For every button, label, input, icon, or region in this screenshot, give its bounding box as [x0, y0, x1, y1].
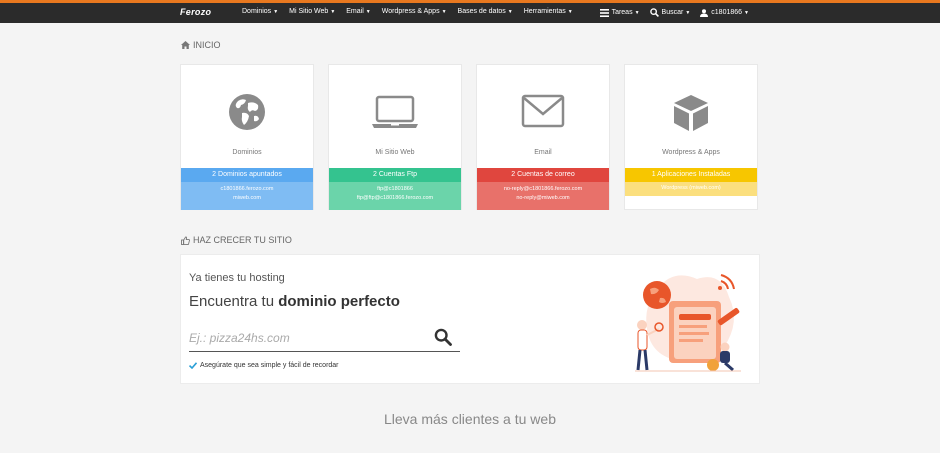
- caret-down-icon: ▼: [685, 9, 691, 16]
- card-mi-sitio-web[interactable]: Mi Sitio Web 2 Cuentas Ftp ftp@c1801866 …: [328, 64, 462, 210]
- menu-herramientas[interactable]: Herramientas ▼: [524, 8, 573, 15]
- top-navbar: Ferozo Dominios ▼ Mi Sitio Web ▼ Email ▼ Wo…: [0, 3, 940, 23]
- card-label: Email: [534, 149, 552, 156]
- caret-down-icon: ▼: [507, 9, 513, 15]
- card-band-details: Wordpress (miweb.com): [625, 182, 757, 196]
- card-band-title: 1 Aplicaciones Instaladas: [625, 168, 757, 182]
- card-detail-line: c1801866.ferozo.com: [220, 186, 274, 192]
- caret-down-icon: ▼: [330, 9, 336, 15]
- grow-title: HAZ CRECER TU SITIO: [193, 235, 292, 245]
- tip-text: Asegúrate que sea simple y fácil de reco…: [200, 362, 339, 369]
- card-label: Dominios: [232, 149, 262, 156]
- card-label: Mi Sitio Web: [375, 149, 415, 156]
- search-icon: [649, 8, 659, 17]
- card-detail-line: miweb.com: [233, 195, 261, 201]
- menu-label: Mi Sitio Web: [289, 8, 329, 15]
- globe-icon: [229, 94, 265, 130]
- card-band-details: ftp@c1801866 ftp@ftp@c1801866.ferozo.com: [329, 182, 461, 210]
- caret-down-icon: ▼: [744, 9, 749, 16]
- menu-wordpress-apps[interactable]: Wordpress & Apps ▼: [382, 8, 447, 15]
- card-band-title: 2 Cuentas Ftp: [329, 168, 461, 182]
- user-icon: [700, 8, 709, 17]
- inicio-title: INICIO: [193, 40, 221, 50]
- domain-search-input[interactable]: [189, 330, 419, 345]
- card-icon-wrap: [477, 93, 609, 133]
- menu-bases-de-datos[interactable]: Bases de datos ▼: [458, 8, 513, 15]
- caret-down-icon: ▼: [365, 9, 371, 15]
- right-menu: Tareas ▼ Buscar ▼ c1801866 ▼: [590, 8, 749, 17]
- card-detail-line: Wordpress (miweb.com): [661, 185, 721, 191]
- search-icon: [434, 328, 452, 346]
- menu-label: Bases de datos: [457, 8, 506, 15]
- buscar-menu[interactable]: Buscar ▼: [649, 8, 691, 17]
- menu-label: Email: [346, 8, 364, 15]
- card-icon-wrap: [625, 93, 757, 133]
- brand-logo[interactable]: Ferozo: [180, 7, 211, 17]
- menu-dominios[interactable]: Dominios ▼: [242, 8, 278, 15]
- card-dominios[interactable]: Dominios 2 Dominios apuntados c1801866.f…: [180, 64, 314, 210]
- caret-down-icon: ▼: [441, 9, 447, 15]
- promo-line2: Encuentra tu dominio perfecto: [189, 293, 400, 310]
- tareas-label: Tareas: [611, 9, 633, 16]
- footer-tagline: Lleva más clientes a tu web: [384, 411, 556, 427]
- tareas-menu[interactable]: Tareas ▼: [599, 8, 640, 17]
- promo-line2-bold: dominio perfecto: [278, 293, 400, 310]
- menu-label: Herramientas: [523, 8, 566, 15]
- main-menu: Dominios ▼ Mi Sitio Web ▼ Email ▼ Wordpress…: [242, 8, 584, 15]
- card-detail-line: ftp@ftp@c1801866.ferozo.com: [356, 195, 434, 201]
- cube-icon: [674, 95, 708, 131]
- card-icon-wrap: [181, 93, 313, 133]
- search-button[interactable]: [434, 328, 452, 351]
- grow-heading: HAZ CRECER TU SITIO: [181, 235, 292, 245]
- card-detail-line: no-reply@miweb.com: [516, 195, 570, 201]
- card-detail-line: no-reply@c1801866.ferozo.com: [503, 186, 583, 192]
- promo-line1: Ya tienes tu hosting: [189, 272, 285, 284]
- menu-label: Dominios: [242, 8, 272, 15]
- buscar-label: Buscar: [661, 9, 684, 16]
- menu-label: Wordpress & Apps: [381, 8, 440, 15]
- card-email[interactable]: Email 2 Cuentas de correo no-reply@c1801…: [476, 64, 610, 210]
- envelope-icon: [521, 94, 565, 128]
- card-icon-wrap: [329, 93, 461, 133]
- inicio-heading: INICIO: [181, 40, 221, 50]
- card-detail-line: ftp@c1801866: [377, 186, 413, 192]
- card-band-details: c1801866.ferozo.com miweb.com: [181, 182, 313, 210]
- caret-down-icon: ▼: [567, 9, 573, 15]
- card-wordpress-apps[interactable]: Wordpress & Apps 1 Aplicaciones Instalad…: [624, 64, 758, 210]
- card-band-details: no-reply@c1801866.ferozo.com no-reply@mi…: [477, 182, 609, 210]
- domain-illustration: [635, 274, 741, 372]
- user-label: c1801866: [711, 9, 743, 16]
- laptop-icon: [372, 95, 418, 128]
- check-icon: [189, 362, 197, 369]
- caret-down-icon: ▼: [273, 9, 279, 15]
- user-menu[interactable]: c1801866 ▼: [700, 8, 749, 17]
- search-tip: Asegúrate que sea simple y fácil de reco…: [189, 362, 339, 369]
- card-label: Wordpress & Apps: [662, 149, 720, 156]
- domain-search-box: [189, 324, 460, 352]
- menu-email[interactable]: Email ▼: [346, 8, 370, 15]
- domain-search-panel: Ya tienes tu hosting Encuentra tu domini…: [180, 254, 760, 384]
- caret-down-icon: ▼: [634, 9, 640, 16]
- promo-line2-prefix: Encuentra tu: [189, 293, 279, 310]
- card-band-title: 2 Dominios apuntados: [181, 168, 313, 182]
- home-icon: [181, 41, 190, 49]
- thumbs-up-icon: [181, 235, 190, 245]
- menu-mi-sitio-web[interactable]: Mi Sitio Web ▼: [289, 8, 335, 15]
- card-band-title: 2 Cuentas de correo: [477, 168, 609, 182]
- list-icon: [599, 8, 609, 17]
